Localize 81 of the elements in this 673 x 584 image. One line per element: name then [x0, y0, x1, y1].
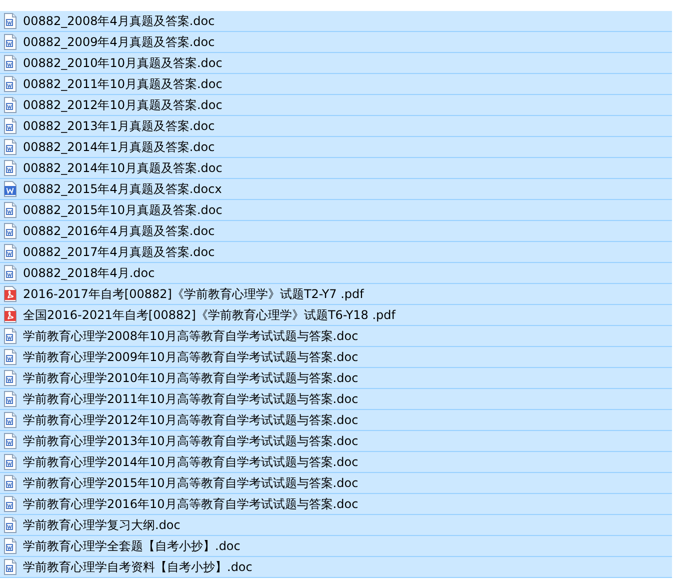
- file-row[interactable]: 00882_2015年4月真题及答案.docx: [0, 179, 672, 200]
- document-icon: [3, 433, 17, 449]
- file-name: 00882_2013年1月真题及答案.doc: [23, 118, 215, 134]
- document-icon: [3, 538, 17, 554]
- file-name: 00882_2014年10月真题及答案.doc: [23, 160, 222, 176]
- file-row[interactable]: 2016-2017年自考[00882]《学前教育心理学》试题T2-Y7 .pdf: [0, 284, 672, 305]
- file-row[interactable]: 00882_2009年4月真题及答案.doc: [0, 32, 672, 53]
- file-name: 00882_2015年4月真题及答案.docx: [23, 180, 222, 198]
- file-name: 全国2016-2021年自考[00882]《学前教育心理学》试题T6-Y18 .pdf: [23, 306, 396, 324]
- file-name: 00882_2012年10月真题及答案.doc: [23, 96, 222, 114]
- document-icon: [3, 13, 17, 29]
- file-row[interactable]: 学前教育心理学自考资料【自考小抄】.doc: [0, 557, 672, 578]
- file-row[interactable]: 00882_2010年10月真题及答案.doc: [0, 53, 672, 74]
- file-row[interactable]: 00882_2016年4月真题及答案.doc: [0, 221, 672, 242]
- document-icon: [3, 202, 17, 218]
- file-row[interactable]: 学前教育心理学2012年10月高等教育自学考试试题与答案.doc: [0, 410, 672, 431]
- file-name: 学前教育心理学自考资料【自考小抄】.doc: [23, 558, 252, 576]
- file-row[interactable]: 学前教育心理学2014年10月高等教育自学考试试题与答案.doc: [0, 452, 672, 473]
- pdf-icon: [3, 286, 17, 302]
- file-row[interactable]: 学前教育心理学全套题【自考小抄】.doc: [0, 536, 672, 557]
- pdf-icon: [3, 307, 17, 323]
- file-name: 00882_2009年4月真题及答案.doc: [23, 34, 215, 50]
- document-icon: [3, 76, 17, 92]
- document-icon: [3, 55, 17, 71]
- file-name: 学前教育心理学2008年10月高等教育自学考试试题与答案.doc: [23, 328, 358, 344]
- file-row[interactable]: 00882_2012年10月真题及答案.doc: [0, 95, 672, 116]
- document-icon: [3, 244, 17, 260]
- file-name: 学前教育心理学复习大纲.doc: [23, 516, 180, 534]
- document-icon: [3, 391, 17, 407]
- file-row[interactable]: 00882_2014年1月真题及答案.doc: [0, 137, 672, 158]
- document-icon: [3, 34, 17, 50]
- file-row[interactable]: 学前教育心理学2016年10月高等教育自学考试试题与答案.doc: [0, 494, 672, 515]
- file-row[interactable]: 全国2016-2021年自考[00882]《学前教育心理学》试题T6-Y18 .pdf: [0, 305, 672, 326]
- file-name: 00882_2015年10月真题及答案.doc: [23, 202, 222, 218]
- file-name: 学前教育心理学2015年10月高等教育自学考试试题与答案.doc: [23, 474, 358, 492]
- file-row[interactable]: 学前教育心理学复习大纲.doc: [0, 515, 672, 536]
- file-row[interactable]: 学前教育心理学2009年10月高等教育自学考试试题与答案.doc: [0, 347, 672, 368]
- file-row[interactable]: 00882_2018年4月.doc: [0, 263, 672, 284]
- file-name: 学前教育心理学2016年10月高等教育自学考试试题与答案.doc: [23, 496, 358, 512]
- document-icon: [3, 160, 17, 176]
- file-row[interactable]: 学前教育心理学2015年10月高等教育自学考试试题与答案.doc: [0, 473, 672, 494]
- file-row[interactable]: 学前教育心理学2011年10月高等教育自学考试试题与答案.doc: [0, 389, 672, 410]
- file-row[interactable]: 00882_2013年1月真题及答案.doc: [0, 116, 672, 137]
- file-row[interactable]: 00882_2015年10月真题及答案.doc: [0, 200, 672, 221]
- file-row[interactable]: 00882_2014年10月真题及答案.doc: [0, 158, 672, 179]
- document-icon: [3, 97, 17, 113]
- file-name: 00882_2017年4月真题及答案.doc: [23, 244, 215, 260]
- document-icon: [3, 118, 17, 134]
- document-icon: [3, 475, 17, 491]
- file-name: 2016-2017年自考[00882]《学前教育心理学》试题T2-Y7 .pdf: [23, 286, 364, 302]
- document-icon: [3, 139, 17, 155]
- document-icon: [3, 559, 17, 575]
- document-icon: [3, 412, 17, 428]
- file-row[interactable]: 00882_2011年10月真题及答案.doc: [0, 74, 672, 95]
- file-row[interactable]: 00882_2008年4月真题及答案.doc: [0, 11, 672, 32]
- document-icon: [3, 517, 17, 533]
- file-name: 00882_2014年1月真题及答案.doc: [23, 138, 215, 156]
- file-name: 学前教育心理学全套题【自考小抄】.doc: [23, 538, 240, 554]
- document-icon: [3, 454, 17, 470]
- file-name: 00882_2008年4月真题及答案.doc: [23, 12, 215, 30]
- file-name: 学前教育心理学2012年10月高等教育自学考试试题与答案.doc: [23, 412, 358, 428]
- file-name: 学前教育心理学2013年10月高等教育自学考试试题与答案.doc: [23, 432, 358, 450]
- file-name: 00882_2010年10月真题及答案.doc: [23, 54, 222, 72]
- file-row[interactable]: 学前教育心理学2008年10月高等教育自学考试试题与答案.doc: [0, 326, 672, 347]
- file-name: 00882_2011年10月真题及答案.doc: [23, 76, 222, 92]
- document-icon: [3, 496, 17, 512]
- file-name: 00882_2016年4月真题及答案.doc: [23, 222, 215, 240]
- file-name: 学前教育心理学2014年10月高等教育自学考试试题与答案.doc: [23, 454, 358, 470]
- file-name: 00882_2018年4月.doc: [23, 264, 155, 282]
- document-icon: [3, 328, 17, 344]
- file-row[interactable]: 学前教育心理学2013年10月高等教育自学考试试题与答案.doc: [0, 431, 672, 452]
- file-row[interactable]: 学前教育心理学2010年10月高等教育自学考试试题与答案.doc: [0, 368, 672, 389]
- document-icon: [3, 223, 17, 239]
- document-icon: [3, 370, 17, 386]
- file-name: 学前教育心理学2009年10月高等教育自学考试试题与答案.doc: [23, 348, 358, 366]
- file-name: 学前教育心理学2010年10月高等教育自学考试试题与答案.doc: [23, 370, 358, 386]
- document-icon: [3, 181, 17, 197]
- file-name: 学前教育心理学2011年10月高等教育自学考试试题与答案.doc: [23, 390, 358, 408]
- file-row[interactable]: 00882_2017年4月真题及答案.doc: [0, 242, 672, 263]
- document-icon: [3, 265, 17, 281]
- document-icon: [3, 349, 17, 365]
